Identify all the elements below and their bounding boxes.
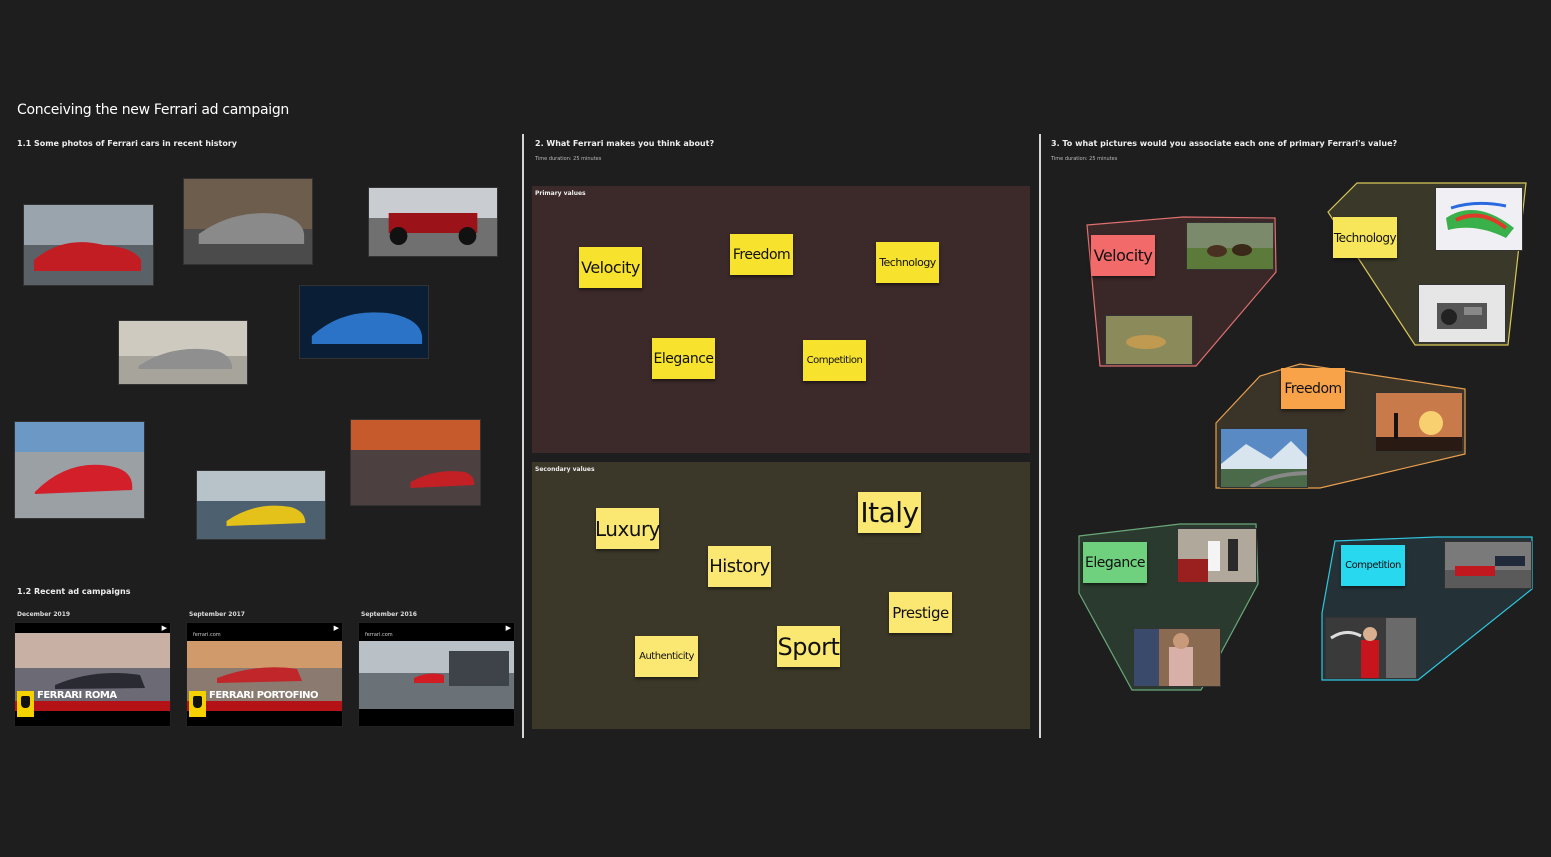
photo-render [1187,223,1273,269]
photo-render [1326,618,1416,678]
photo-render [1436,188,1522,250]
person-sunset-photo[interactable] [1375,392,1463,452]
photo-render [1445,542,1531,588]
f1-cars-racing-photo[interactable] [1444,541,1532,589]
horse-race-photo[interactable] [1186,222,1274,270]
wedding-car-photo[interactable] [1177,528,1257,583]
photo-render [1376,393,1462,451]
champagne-celebration-photo[interactable] [1325,617,1417,679]
photo-render [1178,529,1256,582]
association-shapes [1078,182,1533,691]
mountain-road-photo[interactable] [1220,428,1308,488]
engine-photo[interactable] [1418,284,1506,343]
velocity-note[interactable]: Velocity [1091,235,1155,276]
elegance-note[interactable]: Elegance [1083,542,1147,583]
photo-render [1221,429,1307,487]
cheetah-running-photo[interactable] [1105,315,1193,365]
photo-render [1134,629,1220,686]
photo-render [1419,285,1505,342]
competition-note[interactable]: Competition [1341,545,1405,586]
suited-man-photo[interactable] [1133,628,1221,687]
freedom-note[interactable]: Freedom [1281,368,1345,409]
aerodynamics-simulation-photo[interactable] [1435,187,1523,251]
photo-render [1106,316,1192,364]
technology-note[interactable]: Technology [1333,217,1397,258]
